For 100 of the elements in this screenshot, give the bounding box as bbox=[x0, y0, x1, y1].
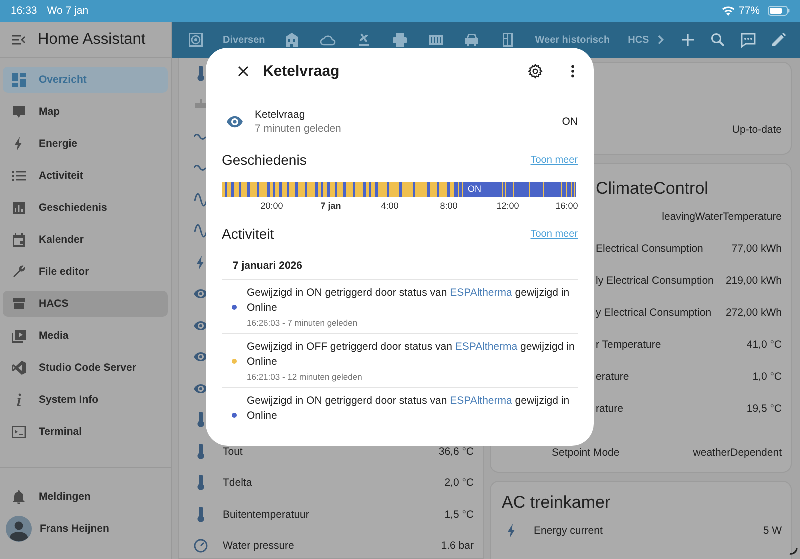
eye-icon bbox=[227, 116, 243, 128]
entity-value: 219,00 kWh bbox=[726, 275, 782, 287]
entity-value: Up-to-date bbox=[732, 124, 782, 136]
entity-name: Ketelvraag bbox=[255, 109, 306, 121]
axis-tick-label: 12:00 bbox=[496, 201, 520, 211]
section-heading: Geschiedenis bbox=[222, 152, 307, 168]
store-icon bbox=[12, 297, 26, 311]
activity-message: Gewijzigd in ON getriggerd door status van ESPAltherma gewijzigd in Online bbox=[247, 394, 570, 424]
axis-tick-label: 8:00 bbox=[440, 201, 458, 211]
wrench-icon bbox=[12, 265, 26, 279]
sidebar-item[interactable]: Media bbox=[3, 323, 168, 349]
dialog-title: Ketelvraag bbox=[263, 62, 340, 80]
pencil-icon[interactable] bbox=[772, 33, 786, 47]
entity-name: Buitentemperatuur bbox=[223, 508, 310, 521]
chart-icon bbox=[12, 201, 26, 215]
printer-icon bbox=[392, 32, 408, 48]
user-item[interactable]: Frans Heijnen bbox=[3, 516, 168, 542]
entity-value: 19,5 °C bbox=[746, 403, 782, 415]
gauge-icon bbox=[194, 538, 208, 554]
timestamp: 16:26:03 - 7 minuten geleden bbox=[247, 318, 359, 328]
terminal-icon bbox=[12, 425, 26, 439]
target-icon bbox=[188, 32, 204, 48]
avatar bbox=[6, 516, 32, 542]
activity-message: Gewijzigd in OFF getriggerd door status van ESPAltherma gewijzigd in Online bbox=[247, 340, 575, 370]
activity-message: Gewijzigd in ON getriggerd door status van ESPAltherma gewijzigd in Online bbox=[247, 286, 570, 316]
search-icon[interactable] bbox=[711, 33, 725, 47]
radiator-icon bbox=[428, 32, 444, 48]
chevron-right-icon[interactable] bbox=[658, 35, 665, 45]
sidebar-item[interactable]: Studio Code Server bbox=[3, 355, 168, 381]
sine-icon bbox=[194, 223, 208, 240]
dashboard-icon bbox=[12, 73, 26, 87]
entity-name: Tout bbox=[223, 446, 243, 458]
close-icon[interactable] bbox=[238, 66, 249, 76]
entity-value: 1.6 bar bbox=[441, 540, 474, 552]
list-icon bbox=[12, 169, 26, 183]
last-changed: 7 minuten geleden bbox=[255, 123, 342, 135]
media-icon bbox=[12, 329, 26, 343]
entity-value: 41,0 °C bbox=[746, 339, 782, 351]
entity-name: Water pressure bbox=[223, 540, 294, 552]
entity-value: 272,00 kWh bbox=[726, 307, 782, 319]
house-icon bbox=[284, 32, 300, 48]
bell-icon bbox=[12, 490, 26, 504]
sidebar-item[interactable]: Kalender bbox=[3, 227, 168, 253]
sidebar-item[interactable]: Geschiedenis bbox=[3, 195, 168, 221]
entity-link[interactable]: ESPAltherma bbox=[450, 395, 512, 407]
entity-link[interactable]: ESPAltherma bbox=[455, 341, 518, 353]
battery-icon bbox=[768, 6, 790, 16]
settings-icon[interactable] bbox=[528, 64, 543, 78]
entity-name: ly Electrical Consumption bbox=[596, 275, 714, 287]
notifications-item[interactable]: Meldingen bbox=[3, 484, 168, 510]
entity-name: Tdelta bbox=[223, 477, 252, 490]
timestamp: 16:21:03 - 12 minuten geleden bbox=[247, 372, 364, 382]
entity-name: Energy current bbox=[534, 525, 603, 537]
more-icon[interactable] bbox=[571, 64, 575, 78]
card-title: AC treinkamer bbox=[501, 492, 612, 514]
code-icon bbox=[12, 361, 26, 375]
sidebar-item[interactable]: Activiteit bbox=[3, 163, 168, 189]
entity-value: 5 W bbox=[763, 525, 782, 537]
wifi-icon bbox=[722, 6, 735, 16]
sidebar-item[interactable]: File editor bbox=[3, 259, 168, 285]
entity-value: 77,00 kWh bbox=[732, 243, 782, 255]
sidebar-item[interactable]: System Info bbox=[3, 387, 168, 413]
entity-value: leavingWaterTemperature bbox=[662, 211, 782, 223]
entity-value: 2,0 °C bbox=[444, 477, 474, 490]
status-time: 16:33 bbox=[11, 5, 38, 17]
sidebar-item[interactable]: HACS bbox=[3, 291, 168, 317]
app-title: Home Assistant bbox=[38, 30, 146, 48]
calendar-icon bbox=[12, 233, 26, 247]
sidebar-item[interactable]: Terminal bbox=[3, 419, 168, 445]
plus-icon[interactable] bbox=[681, 33, 695, 47]
sidebar-item[interactable]: Map bbox=[3, 99, 168, 125]
entity-value: 1,5 °C bbox=[444, 508, 474, 521]
status-date: Wo 7 jan bbox=[47, 5, 89, 17]
sine-icon bbox=[194, 192, 208, 208]
section-heading: Activiteit bbox=[222, 226, 274, 242]
entity-name: rature bbox=[596, 403, 624, 415]
card-title: ClimateControl bbox=[595, 178, 710, 200]
entity-state: ON bbox=[562, 116, 578, 128]
entity-link[interactable]: ESPAltherma bbox=[450, 287, 512, 299]
entity-name: r Temperature bbox=[596, 339, 662, 351]
entity-name: y Electrical Consumption bbox=[596, 307, 712, 319]
axis-tick-label: 16:00 bbox=[556, 201, 578, 211]
axis-tick-label: 4:00 bbox=[381, 201, 399, 211]
entity-value: 36,6 °C bbox=[438, 446, 474, 458]
loading-icon bbox=[789, 547, 798, 555]
timeline-label: ON bbox=[468, 183, 482, 196]
axis-tick-label: 20:00 bbox=[260, 201, 284, 211]
axis-tick-label: 7 jan bbox=[320, 201, 342, 211]
entity-name: erature bbox=[596, 371, 630, 383]
menu-icon[interactable] bbox=[12, 34, 26, 44]
chat-icon[interactable] bbox=[741, 32, 756, 48]
date-heading: 7 januari 2026 bbox=[222, 256, 578, 280]
entity-value: 1,0 °C bbox=[752, 371, 782, 383]
entity-name: Electrical Consumption bbox=[596, 243, 704, 255]
sidebar-item[interactable]: Energie bbox=[3, 131, 168, 157]
battery-level: 77% bbox=[738, 5, 760, 17]
car-icon bbox=[464, 32, 480, 48]
map-icon bbox=[12, 105, 26, 119]
entity-value: weatherDependent bbox=[693, 447, 782, 459]
entity-name: Setpoint Mode bbox=[552, 447, 620, 459]
